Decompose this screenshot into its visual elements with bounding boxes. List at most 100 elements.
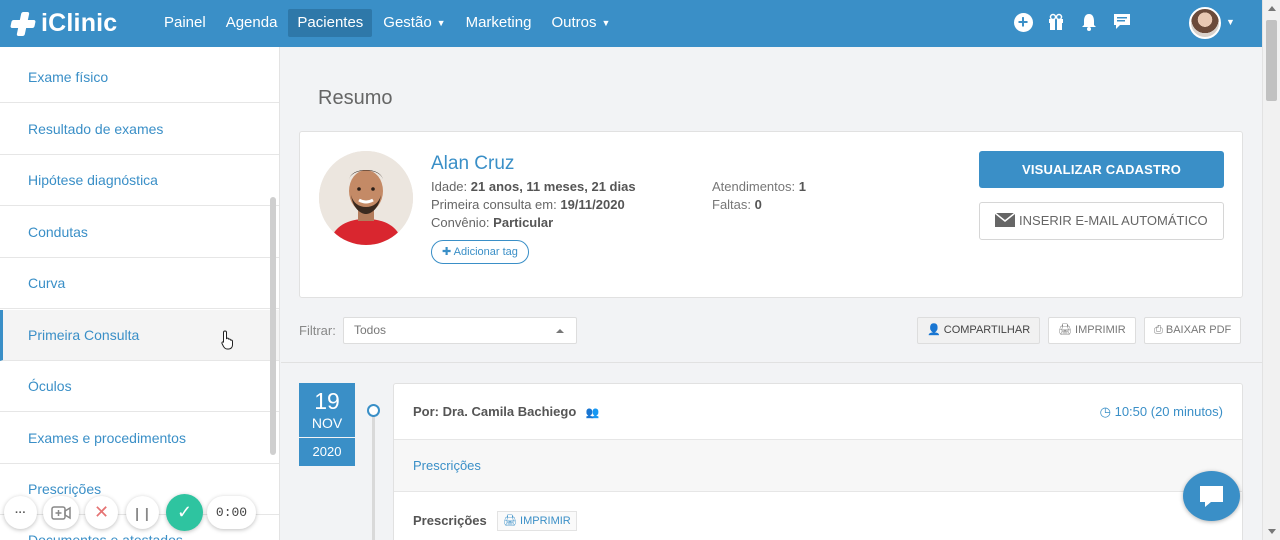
printer-icon: 🖨 bbox=[503, 515, 517, 527]
sidebar-item-label: Curva bbox=[28, 275, 66, 291]
author-text: Por: Dra. Camila Bachiego bbox=[413, 404, 577, 419]
chat-icon[interactable] bbox=[1111, 11, 1133, 33]
nav-label: Marketing bbox=[465, 14, 532, 31]
nav-label: Gestão bbox=[383, 14, 432, 31]
print-prescription-button[interactable]: 🖨 IMPRIMIR bbox=[497, 511, 577, 531]
finish-recording-button[interactable]: ✓ bbox=[166, 494, 203, 531]
nav-label: Painel bbox=[164, 14, 206, 31]
page-scrollbar[interactable] bbox=[1262, 0, 1280, 540]
nav-item-marketing[interactable]: Marketing bbox=[457, 9, 541, 37]
visits-stat: Atendimentos: 1 bbox=[712, 179, 806, 194]
sidebar-item-exames-procedimentos[interactable]: Exames e procedimentos bbox=[0, 413, 279, 464]
section-divider bbox=[281, 362, 1262, 363]
absences-label: Faltas: bbox=[712, 197, 752, 212]
chat-bubble-icon bbox=[1200, 486, 1223, 507]
pdf-label: BAIXAR PDF bbox=[1165, 324, 1232, 336]
check-icon: ✓ bbox=[176, 502, 193, 522]
timeline-dot bbox=[367, 404, 380, 417]
sidebar-item-label: Resultado de exames bbox=[28, 121, 164, 137]
clock-icon: ◷ bbox=[1099, 404, 1111, 419]
entry-time: ◷ 10:50 (20 minutos) bbox=[1100, 404, 1223, 420]
sidebar-item-label: Prescrições bbox=[28, 481, 102, 497]
pause-icon: | | bbox=[135, 504, 150, 521]
main-nav: Painel Agenda Pacientes Gestão ▼ Marketin… bbox=[155, 9, 621, 37]
filter-value: Todos bbox=[354, 323, 387, 337]
print-label: IMPRIMIR bbox=[1075, 324, 1126, 336]
sidebar-item-resultado-exames[interactable]: Resultado de exames bbox=[0, 104, 279, 155]
scroll-up-icon[interactable] bbox=[1268, 6, 1276, 11]
print-button[interactable]: 🖨 IMPRIMIR bbox=[1048, 317, 1136, 344]
top-actions: + bbox=[1012, 11, 1144, 33]
sidebar-item-label: Condutas bbox=[28, 224, 88, 240]
timeline-date: 19 NOV 2020 bbox=[299, 383, 355, 466]
first-visit-label: Primeira consulta em: bbox=[431, 197, 557, 212]
share-button[interactable]: 👤 COMPARTILHAR bbox=[917, 317, 1041, 344]
filter-select[interactable]: Todos bbox=[343, 317, 577, 344]
scrollbar-thumb[interactable] bbox=[1266, 20, 1277, 101]
sidebar-scrollbar[interactable] bbox=[270, 197, 276, 455]
date-month: NOV bbox=[311, 415, 343, 431]
plus-icon: ✚ bbox=[442, 246, 452, 258]
support-chat-button[interactable] bbox=[1183, 471, 1240, 521]
time-text: 10:50 (20 minutos) bbox=[1114, 404, 1223, 419]
sidebar-item-curva[interactable]: Curva bbox=[0, 258, 279, 309]
entry-section-header[interactable]: Prescrições bbox=[394, 440, 1242, 492]
user-avatar[interactable] bbox=[1189, 7, 1221, 39]
patient-name[interactable]: Alan Cruz bbox=[431, 153, 514, 175]
download-pdf-button[interactable]: ⎙ BAIXAR PDF bbox=[1144, 317, 1242, 344]
top-navbar: iClinic Painel Agenda Pacientes Gestão ▼ … bbox=[0, 0, 1262, 47]
section-title: Prescrições bbox=[413, 458, 481, 473]
envelope-icon bbox=[994, 212, 1016, 227]
nav-label: Outros bbox=[551, 14, 597, 31]
brand-logo[interactable]: iClinic bbox=[10, 9, 118, 38]
chevron-down-icon: ▼ bbox=[601, 18, 611, 29]
nav-item-gestao[interactable]: Gestão ▼ bbox=[374, 9, 454, 37]
ellipsis-icon: ··· bbox=[15, 506, 26, 519]
sidebar-item-label: Exames e procedimentos bbox=[28, 430, 186, 446]
sidebar-item-oculos[interactable]: Óculos bbox=[0, 361, 279, 412]
insert-auto-email-button[interactable]: INSERIR E-MAIL AUTOMÁTICO bbox=[979, 202, 1224, 240]
sidebar-item-condutas[interactable]: Condutas bbox=[0, 207, 279, 258]
chevron-down-icon[interactable]: ▼ bbox=[1226, 17, 1235, 27]
sidebar-item-label: Hipótese diagnóstica bbox=[28, 172, 158, 188]
users-icon: 👥 bbox=[585, 407, 600, 419]
print-prescription-label: IMPRIMIR bbox=[520, 515, 571, 527]
visits-label: Atendimentos: bbox=[712, 179, 796, 194]
sidebar-item-exame-fisico[interactable]: Exame físico bbox=[0, 52, 279, 103]
brand-name: iClinic bbox=[41, 9, 118, 37]
sidebar-item-label: Primeira Consulta bbox=[28, 327, 140, 343]
entry-header: Por: Dra. Camila Bachiego 👥 ◷ 10:50 (20 … bbox=[394, 384, 1242, 440]
view-profile-button[interactable]: VISUALIZAR CADASTRO bbox=[979, 151, 1224, 188]
pdf-icon: ⎙ bbox=[1154, 324, 1163, 336]
gift-icon[interactable] bbox=[1045, 11, 1067, 33]
age-label: Idade: bbox=[431, 179, 468, 194]
sidebar-item-hipotese-diagnostica[interactable]: Hipótese diagnóstica bbox=[0, 155, 279, 206]
timeline-line bbox=[372, 411, 375, 540]
body-title: Prescrições bbox=[413, 513, 487, 528]
record-sidebar: Exame físico Resultado de exames Hipótes… bbox=[0, 47, 280, 540]
add-tag-label: Adicionar tag bbox=[453, 246, 518, 258]
more-options-button[interactable]: ··· bbox=[4, 496, 37, 529]
entry-body: Prescrições 🖨 IMPRIMIR bbox=[394, 492, 1242, 540]
bell-icon[interactable] bbox=[1078, 11, 1100, 33]
logo-cross-icon bbox=[10, 11, 36, 36]
nav-item-painel[interactable]: Painel bbox=[155, 9, 215, 37]
video-plus-icon bbox=[51, 505, 71, 520]
sidebar-item-primeira-consulta[interactable]: Primeira Consulta bbox=[0, 310, 279, 361]
nav-item-outros[interactable]: Outros ▼ bbox=[542, 9, 619, 37]
add-tag-button[interactable]: ✚ Adicionar tag bbox=[431, 240, 529, 264]
patient-summary-card: Alan Cruz Idade: 21 anos, 11 meses, 21 d… bbox=[299, 131, 1243, 298]
caret-up-icon bbox=[556, 329, 564, 333]
age-value: 21 anos, 11 meses, 21 dias bbox=[470, 179, 636, 194]
patient-insurance: Convênio: Particular bbox=[431, 215, 553, 230]
visits-value: 1 bbox=[798, 179, 806, 194]
nav-item-pacientes[interactable]: Pacientes bbox=[288, 9, 373, 37]
nav-item-agenda[interactable]: Agenda bbox=[217, 9, 287, 37]
sidebar-item-label: Exame físico bbox=[28, 69, 109, 85]
cancel-recording-button[interactable]: ✕ bbox=[85, 496, 118, 529]
pause-recording-button[interactable]: | | bbox=[126, 496, 159, 529]
plus-circle-icon[interactable]: + bbox=[1012, 11, 1034, 33]
scroll-down-icon[interactable] bbox=[1268, 529, 1276, 534]
date-year: 2020 bbox=[299, 438, 355, 466]
video-add-button[interactable] bbox=[43, 496, 79, 529]
